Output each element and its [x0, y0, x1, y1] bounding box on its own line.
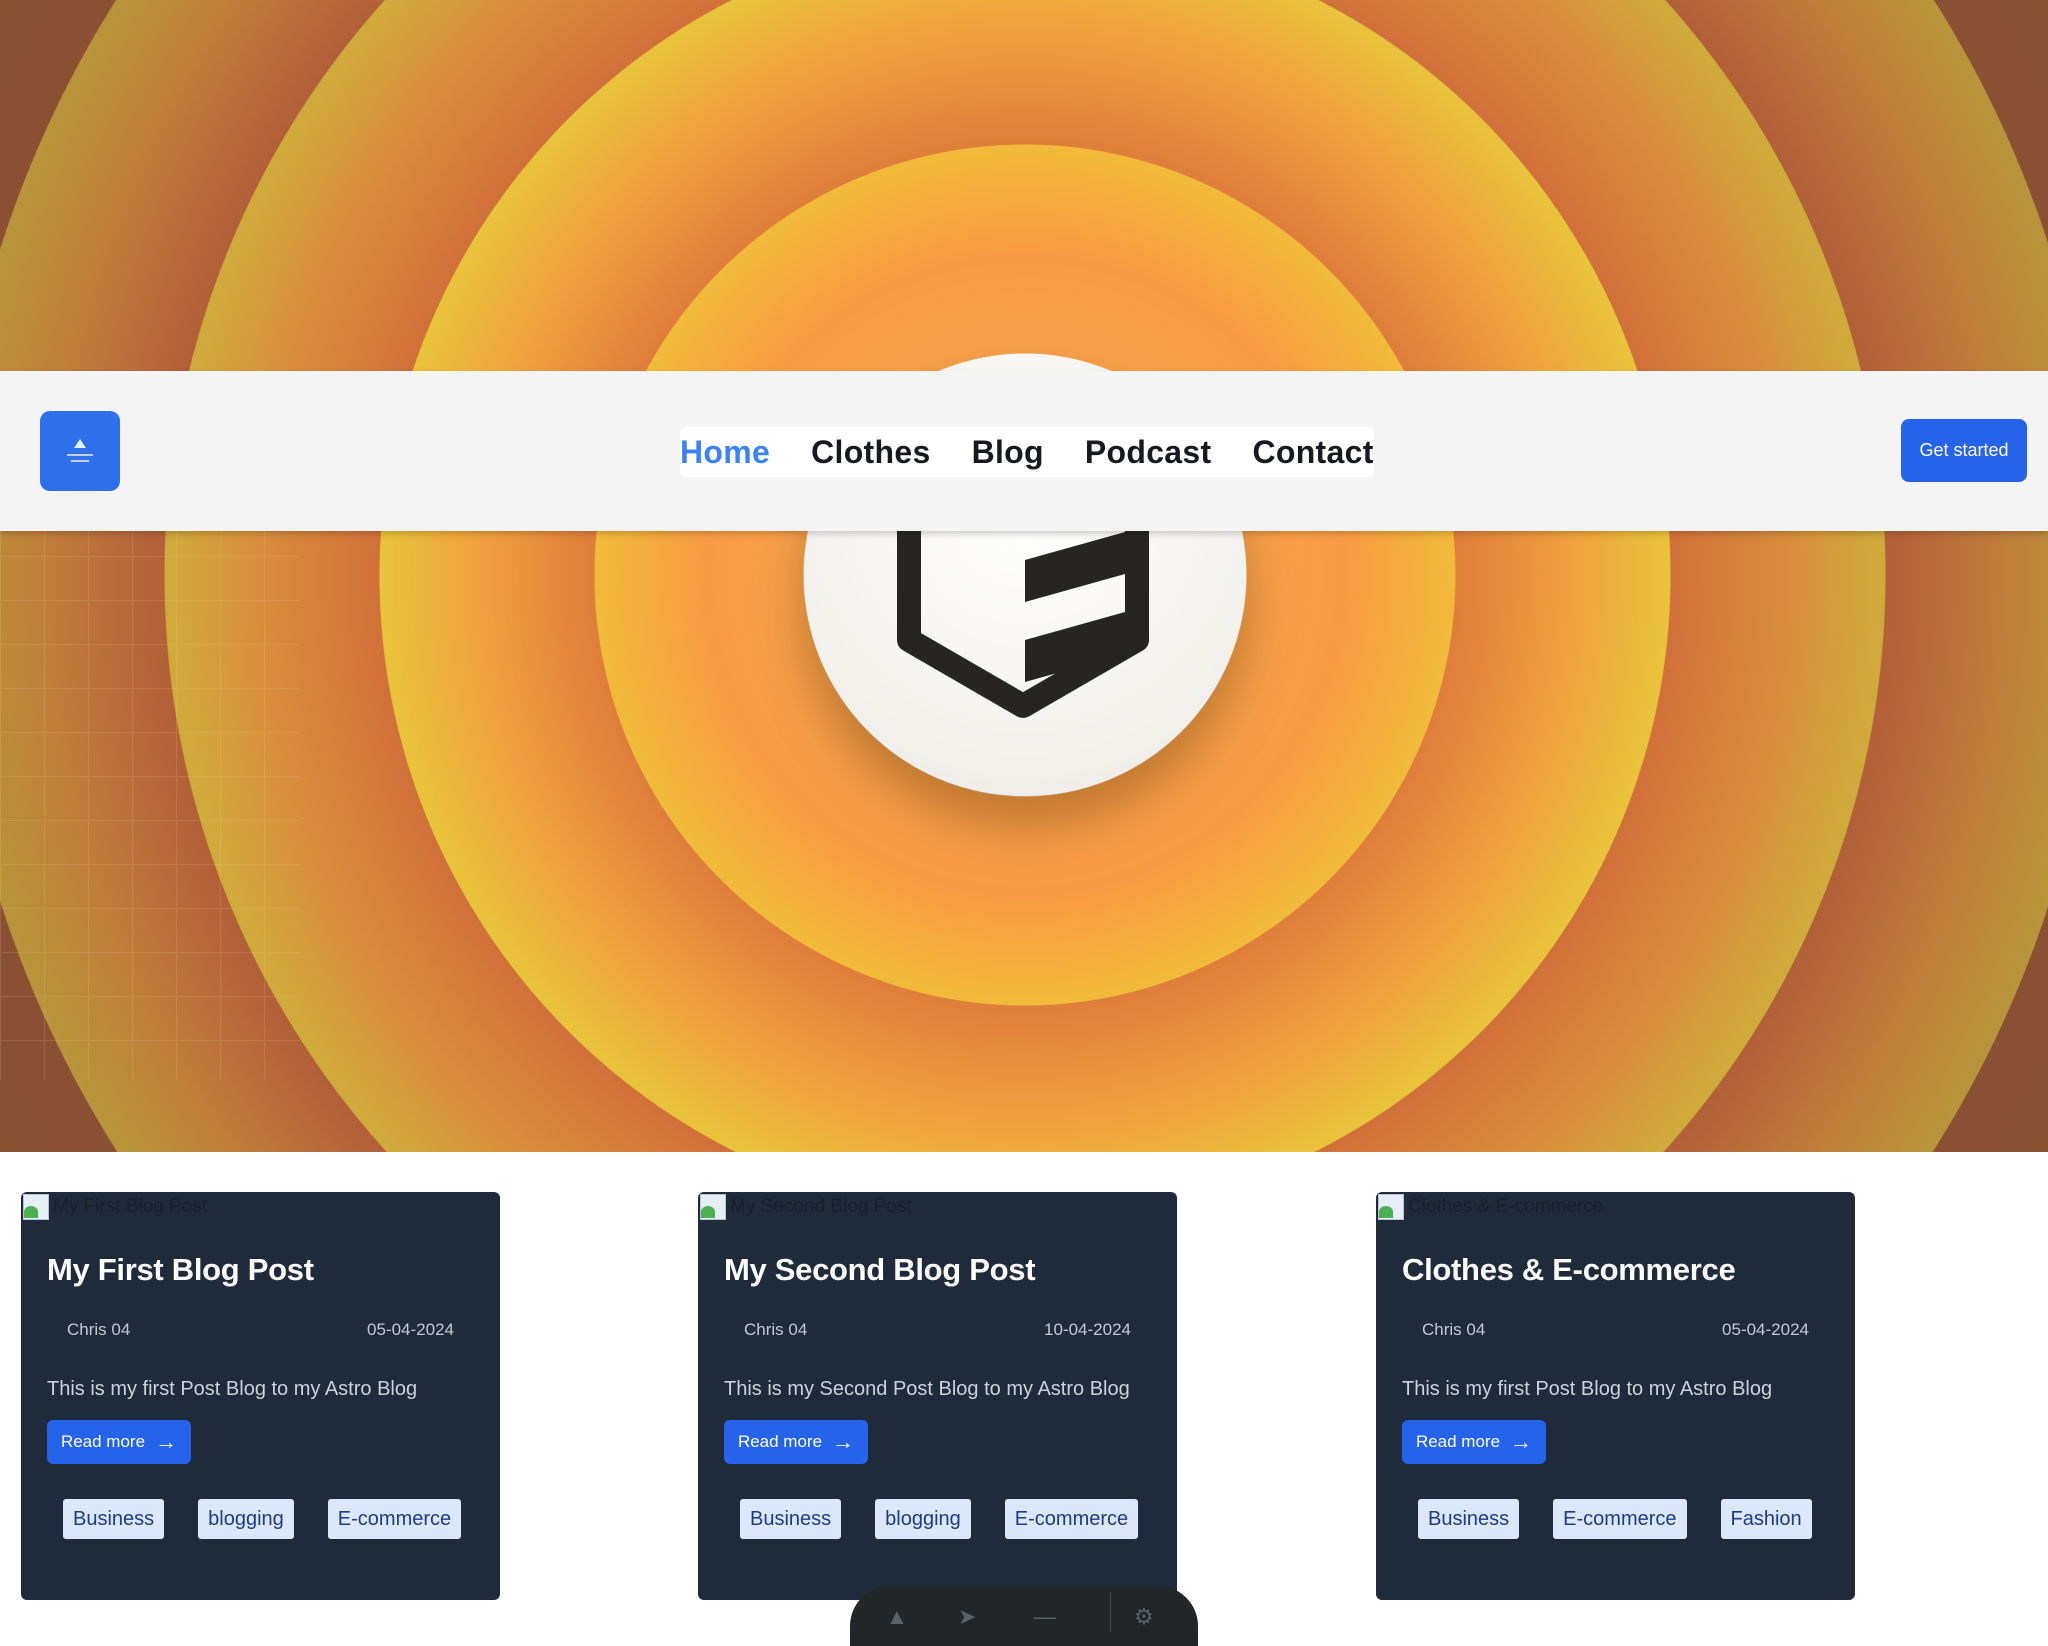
site-logo[interactable]	[40, 411, 120, 491]
astro-shield-logo-icon	[897, 520, 1149, 718]
read-more-button[interactable]: Read more →	[1402, 1420, 1546, 1464]
read-more-label: Read more	[60, 1432, 146, 1451]
broken-image-icon	[698, 1192, 728, 1222]
tag-ecommerce[interactable]: E-commerce	[1004, 1499, 1139, 1539]
logo-mark-icon	[74, 438, 86, 448]
nav-link-home[interactable]: Home	[680, 434, 770, 471]
card-description: This is my first Post Blog to my Astro B…	[47, 1378, 418, 1400]
tag-business[interactable]: Business	[63, 1499, 165, 1539]
toolbar-divider	[1110, 1592, 1111, 1632]
arrow-right-icon: →	[1510, 1429, 1533, 1454]
card-author: Chris 04	[744, 1320, 808, 1339]
card-image-alt: My Second Blog Post	[730, 1196, 912, 1217]
card-tags: Business E-commerce Fashion	[1418, 1499, 1846, 1539]
logo-text-line	[71, 459, 89, 462]
read-more-button[interactable]: Read more →	[724, 1420, 868, 1464]
blog-card: Clothes & E-commerce Clothes & E-commerc…	[1376, 1192, 1855, 1600]
tag-fashion[interactable]: Fashion	[1720, 1499, 1812, 1539]
arrow-right-icon: →	[155, 1429, 178, 1454]
toolbar-audit-icon[interactable]: —	[1034, 1604, 1056, 1630]
nav-link-clothes[interactable]: Clothes	[811, 434, 930, 471]
card-image-broken[interactable]: Clothes & E-commerce	[1376, 1192, 1603, 1222]
toolbar-pointer-icon[interactable]: ➤	[958, 1604, 976, 1630]
broken-image-icon	[1376, 1192, 1406, 1222]
nav-links: Home Clothes Blog Podcast Contact	[680, 427, 1374, 477]
card-image-alt: My First Blog Post	[53, 1196, 208, 1217]
blog-card: My First Blog Post My First Blog Post Ch…	[21, 1192, 500, 1600]
read-more-button[interactable]: Read more →	[47, 1420, 191, 1464]
card-date: 05-04-2024	[367, 1320, 454, 1339]
tag-ecommerce[interactable]: E-commerce	[1553, 1499, 1687, 1539]
tag-blogging[interactable]: blogging	[198, 1499, 294, 1539]
card-title[interactable]: Clothes & E-commerce	[1402, 1252, 1736, 1288]
toolbar-logo-icon[interactable]: ▲	[886, 1604, 908, 1630]
card-author: Chris 04	[1422, 1320, 1486, 1339]
tag-blogging[interactable]: blogging	[875, 1499, 971, 1539]
tag-ecommerce[interactable]: E-commerce	[327, 1499, 462, 1539]
tag-business[interactable]: Business	[740, 1499, 842, 1539]
nav-link-contact[interactable]: Contact	[1252, 434, 1373, 471]
read-more-label: Read more	[1415, 1432, 1501, 1451]
tag-business[interactable]: Business	[1418, 1499, 1520, 1539]
card-title[interactable]: My Second Blog Post	[724, 1252, 1036, 1288]
hero-banner	[0, 0, 2048, 1152]
card-author: Chris 04	[67, 1320, 131, 1339]
read-more-label: Read more	[737, 1432, 823, 1451]
card-date: 10-04-2024	[1044, 1320, 1131, 1339]
toolbar-settings-icon[interactable]: ⚙	[1134, 1604, 1154, 1630]
card-image-alt: Clothes & E-commerce	[1408, 1196, 1604, 1217]
broken-image-icon	[21, 1192, 51, 1222]
card-title[interactable]: My First Blog Post	[47, 1252, 314, 1288]
nav-link-podcast[interactable]: Podcast	[1085, 434, 1212, 471]
nav-link-blog[interactable]: Blog	[972, 434, 1044, 471]
card-image-broken[interactable]: My First Blog Post	[21, 1192, 207, 1222]
dev-toolbar[interactable]: ▲ ➤ — ⚙	[850, 1586, 1198, 1646]
get-started-button[interactable]: Get started	[1901, 419, 2027, 482]
card-description: This is my Second Post Blog to my Astro …	[724, 1378, 1130, 1400]
card-tags: Business blogging E-commerce	[740, 1499, 1172, 1539]
arrow-right-icon: →	[832, 1429, 855, 1454]
card-tags: Business blogging E-commerce	[63, 1499, 495, 1539]
navbar: Home Clothes Blog Podcast Contact Get st…	[0, 371, 2048, 531]
logo-text-line	[67, 453, 93, 456]
card-date: 05-04-2024	[1722, 1320, 1809, 1339]
card-image-broken[interactable]: My Second Blog Post	[698, 1192, 912, 1222]
blog-card: My Second Blog Post My Second Blog Post …	[698, 1192, 1177, 1600]
card-description: This is my first Post Blog to my Astro B…	[1402, 1378, 1773, 1400]
